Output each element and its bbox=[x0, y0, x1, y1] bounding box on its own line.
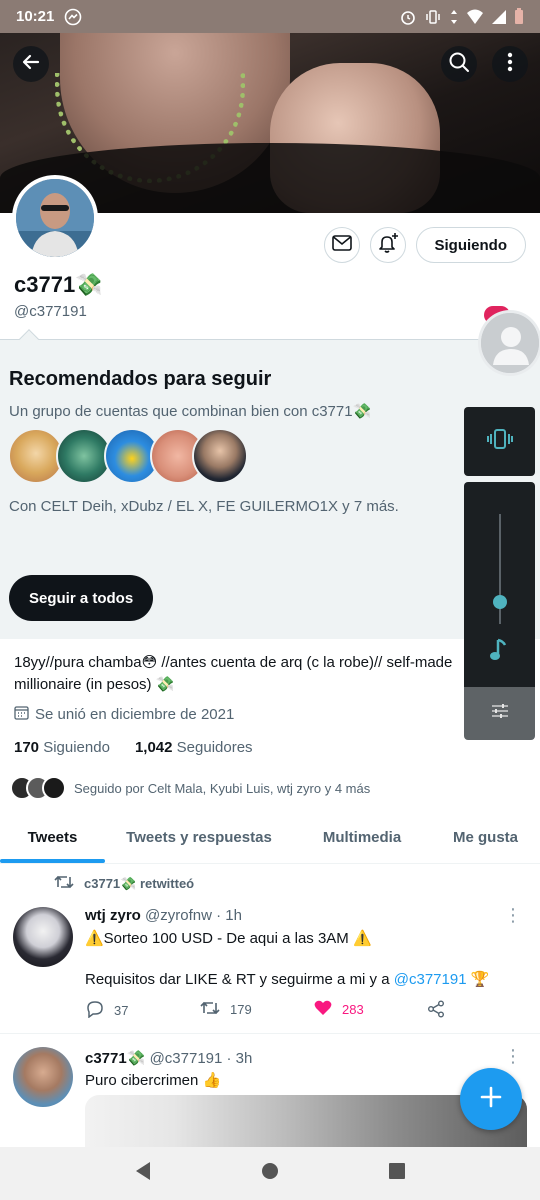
tweet-author-name[interactable]: wtj zyro bbox=[85, 907, 141, 924]
tweet-text-line1: ⚠️Sorteo 100 USD - De aqui a las 3AM ⚠️ bbox=[85, 930, 372, 947]
compose-tweet-button[interactable] bbox=[460, 1068, 522, 1130]
reply-icon bbox=[86, 1000, 104, 1021]
tweet-meta: @zyrofnw · 1h bbox=[145, 907, 242, 924]
message-button[interactable] bbox=[323, 227, 360, 263]
reply-count: 37 bbox=[114, 1003, 129, 1018]
profile-tabs: Tweets Tweets y respuestas Multimedia Me… bbox=[0, 812, 540, 864]
system-nav-bar bbox=[0, 1147, 540, 1200]
tweet-header: wtj zyro @zyrofnw · 1h bbox=[85, 907, 242, 924]
follow-all-button[interactable]: Seguir a todos bbox=[9, 575, 154, 621]
wifi-icon bbox=[466, 9, 484, 25]
profile-avatar[interactable] bbox=[12, 175, 98, 261]
following-button[interactable]: Siguiendo bbox=[415, 227, 526, 263]
notifications-button[interactable] bbox=[369, 227, 406, 263]
tweet-divider bbox=[0, 1033, 540, 1034]
joined-text: Se unió en diciembre de 2021 bbox=[35, 706, 235, 723]
tweet-text-line2: Requisitos dar LIKE & RT y seguirme a mi… bbox=[85, 971, 490, 988]
retweet-by-text: c3771💸 retwitteó bbox=[84, 875, 195, 891]
share-icon bbox=[427, 1000, 445, 1021]
recents-nav-button[interactable] bbox=[388, 1162, 406, 1185]
envelope-icon bbox=[331, 234, 352, 256]
back-button[interactable] bbox=[13, 46, 49, 82]
plus-icon bbox=[479, 1085, 503, 1114]
like-button[interactable]: 283 bbox=[314, 1000, 364, 1019]
retweet-indicator: c3771💸 retwitteó bbox=[54, 874, 194, 893]
retweet-action-icon bbox=[200, 1000, 220, 1019]
recommended-avatar[interactable] bbox=[192, 428, 248, 484]
chat-head-avatar[interactable] bbox=[478, 310, 540, 376]
volume-settings-button[interactable] bbox=[464, 687, 535, 740]
tweet-author-avatar[interactable] bbox=[13, 1047, 73, 1107]
battery-icon bbox=[514, 8, 524, 25]
mention-link[interactable]: @c377191 bbox=[394, 971, 467, 988]
profile-handle: @c377191 bbox=[14, 303, 87, 320]
back-arrow-icon bbox=[21, 52, 41, 77]
back-nav-button[interactable] bbox=[134, 1161, 152, 1186]
data-arrows-icon bbox=[449, 8, 459, 26]
tweet-actions: 37 179 283 bbox=[86, 1000, 456, 1020]
music-note-icon bbox=[489, 637, 511, 668]
tweet-more-icon[interactable]: ⋮ bbox=[504, 1047, 522, 1065]
profile-joined: Se unió en diciembre de 2021 bbox=[14, 705, 234, 724]
status-time: 10:21 bbox=[16, 8, 55, 25]
messenger-icon bbox=[64, 8, 82, 26]
retweet-icon bbox=[54, 874, 74, 893]
tweet-author-avatar[interactable] bbox=[13, 907, 73, 967]
tab-likes[interactable]: Me gusta bbox=[431, 812, 540, 863]
tweet-author-name[interactable]: c3771💸 bbox=[85, 1050, 145, 1067]
share-button[interactable] bbox=[427, 1000, 445, 1021]
profile-bio: 18yy//pura chamba😳 //antes cuenta de arq… bbox=[14, 654, 453, 693]
tweet-header: c3771💸 @c377191 · 3h bbox=[85, 1049, 252, 1067]
tweet-text: Puro cibercrimen 👍 bbox=[85, 1072, 222, 1089]
tab-media[interactable]: Multimedia bbox=[293, 812, 431, 863]
following-link[interactable]: 170 Siguiendo bbox=[14, 739, 110, 756]
alarm-icon bbox=[399, 8, 417, 26]
recommended-subtitle: Un grupo de cuentas que combinan bien co… bbox=[9, 403, 372, 420]
followed-by-text: Seguido por Celt Mala, Kyubi Luis, wtj z… bbox=[74, 780, 371, 796]
bell-plus-icon bbox=[377, 232, 399, 259]
more-options-button[interactable] bbox=[492, 46, 528, 82]
tweet-more-icon[interactable]: ⋮ bbox=[504, 906, 522, 924]
heart-filled-icon bbox=[314, 1000, 332, 1019]
volume-slider-knob[interactable] bbox=[493, 595, 507, 609]
like-count: 283 bbox=[342, 1002, 364, 1017]
recommended-section: Recomendados para seguir Un grupo de cue… bbox=[0, 329, 540, 639]
followers-link[interactable]: 1,042 Seguidores bbox=[135, 739, 253, 756]
retweet-button[interactable]: 179 bbox=[200, 1000, 252, 1019]
followed-by-avatars bbox=[10, 776, 66, 800]
home-nav-button[interactable] bbox=[261, 1162, 279, 1185]
status-bar: 10:21 bbox=[0, 0, 540, 33]
recommended-with-text: Con CELT Deih, xDubz / EL X, FE GUILERMO… bbox=[9, 498, 399, 515]
sliders-icon bbox=[491, 703, 509, 724]
vibrate-icon bbox=[424, 8, 442, 26]
recommended-title: Recomendados para seguir bbox=[9, 368, 272, 390]
followed-by[interactable]: Seguido por Celt Mala, Kyubi Luis, wtj z… bbox=[10, 776, 370, 800]
vibrate-mode-icon bbox=[486, 428, 513, 455]
profile-name: c3771💸 bbox=[14, 272, 103, 297]
tweet-meta: @c377191 · 3h bbox=[149, 1050, 253, 1067]
follow-stats: 170 Siguiendo 1,042 Seguidores bbox=[14, 739, 253, 756]
search-button[interactable] bbox=[441, 46, 477, 82]
recommended-avatars[interactable] bbox=[8, 428, 248, 488]
retweet-count: 179 bbox=[230, 1002, 252, 1017]
tab-tweets[interactable]: Tweets bbox=[0, 812, 105, 863]
signal-icon bbox=[491, 9, 507, 25]
reply-button[interactable]: 37 bbox=[86, 1000, 128, 1021]
search-icon bbox=[448, 51, 470, 78]
volume-panel bbox=[464, 482, 535, 687]
tab-tweets-replies[interactable]: Tweets y respuestas bbox=[105, 812, 293, 863]
more-vertical-icon bbox=[507, 52, 513, 77]
ringer-mode-button[interactable] bbox=[464, 407, 535, 476]
calendar-icon bbox=[14, 705, 29, 724]
